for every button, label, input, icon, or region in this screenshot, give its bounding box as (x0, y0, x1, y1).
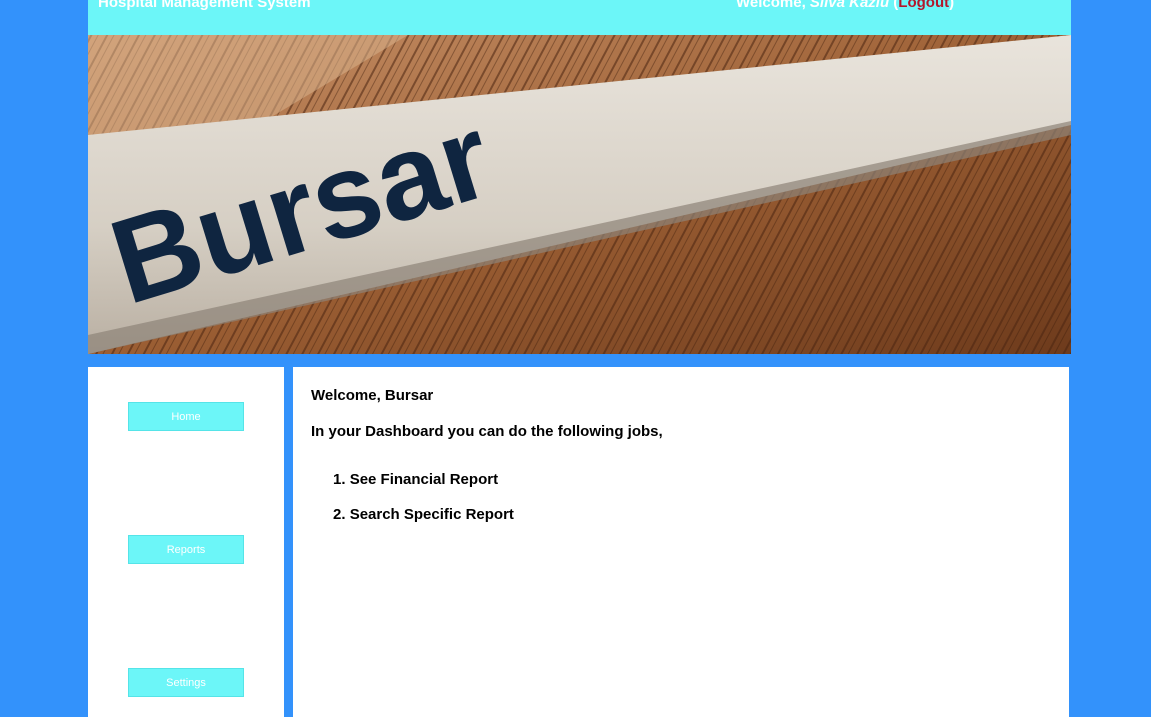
job-label: See Financial Report (349, 471, 499, 488)
sidebar-item-reports[interactable]: Reports (128, 535, 244, 564)
logout-link[interactable]: Logout (898, 0, 949, 11)
jobs-list: 1. See Financial Report 2. Search Specif… (333, 471, 514, 541)
welcome-bar: Welcome, Silva Kaziu (Logout) (736, 0, 954, 11)
dashboard-intro: In your Dashboard you can do the followi… (311, 423, 663, 440)
paren-open: ( (889, 0, 899, 11)
job-number: 1. (333, 471, 346, 488)
greeting-heading: Welcome, Bursar (311, 387, 434, 404)
list-item: 1. See Financial Report (333, 471, 514, 506)
welcome-prefix: Welcome, (736, 0, 810, 11)
main-content: Welcome, Bursar In your Dashboard you ca… (293, 367, 1069, 717)
page-container: Hospital Management System Welcome, Silv… (88, 0, 1071, 717)
paren-close: ) (949, 0, 955, 11)
sidebar: Home Reports Settings (88, 367, 284, 717)
bursar-banner-image: Bursar (88, 35, 1071, 354)
bursar-banner-svg: Bursar (88, 35, 1071, 354)
user-name: Silva Kaziu (809, 0, 890, 11)
sidebar-item-settings[interactable]: Settings (128, 668, 244, 697)
app-title: Hospital Management System (98, 0, 311, 11)
list-item: 2. Search Specific Report (333, 506, 514, 541)
job-label: Search Specific Report (349, 506, 514, 523)
top-bar: Hospital Management System Welcome, Silv… (88, 0, 1071, 35)
job-number: 2. (333, 506, 346, 523)
sidebar-item-home[interactable]: Home (128, 402, 244, 431)
